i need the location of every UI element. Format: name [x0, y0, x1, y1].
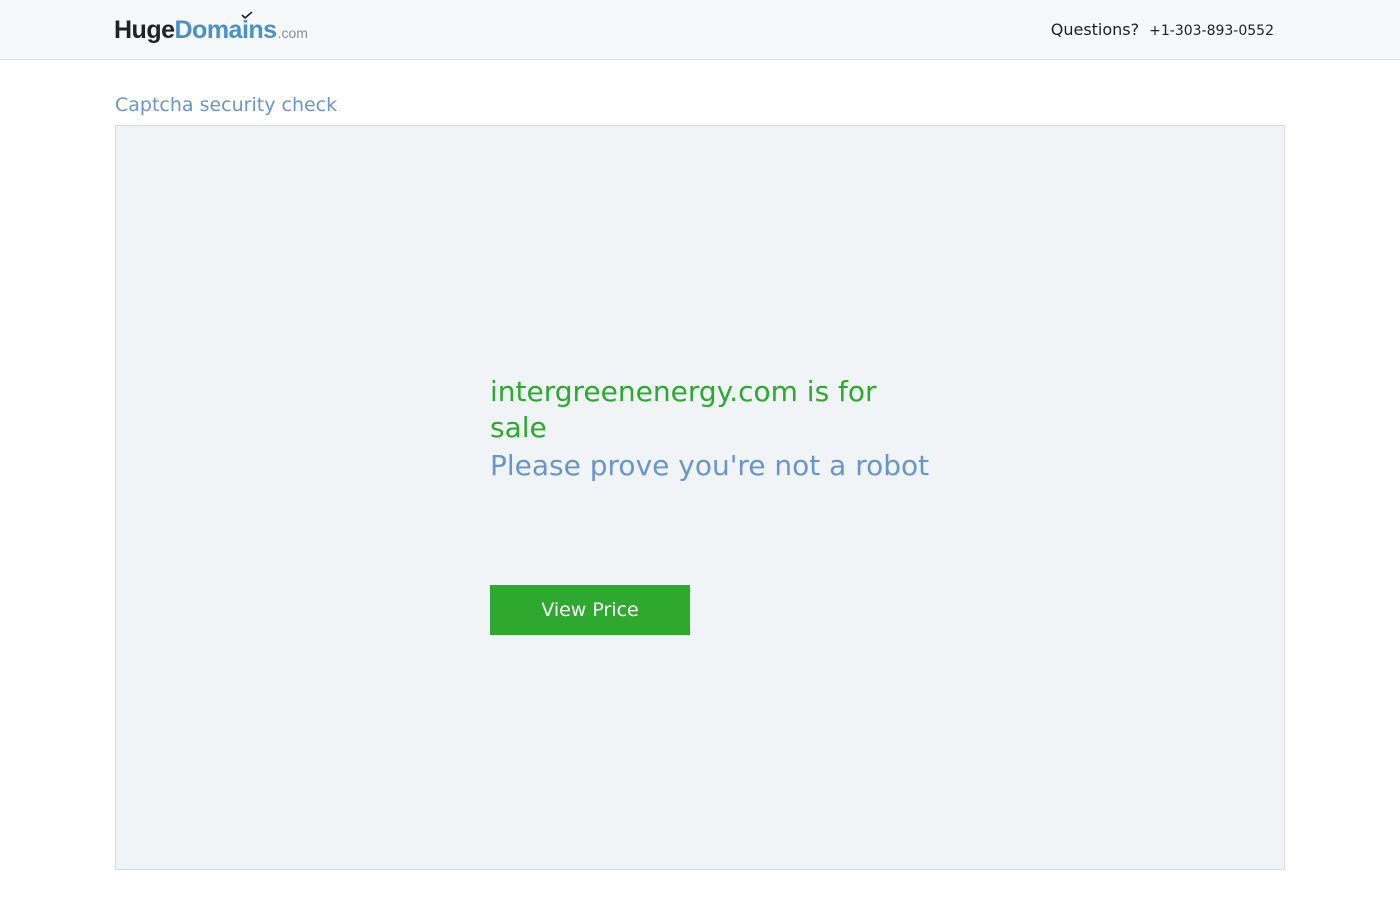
captcha-message: intergreenenergy.com is for sale Please …	[490, 374, 930, 486]
domain-for-sale-headline: intergreenenergy.com is for sale	[490, 375, 877, 444]
logo-text-tld: .com	[277, 25, 308, 41]
phone-number-link[interactable]: +1-303-893-0552	[1149, 23, 1274, 39]
logo-text-huge: Huge	[114, 16, 175, 44]
logo-text-domains-label: Domains	[174, 16, 278, 44]
questions-label: Questions?	[1050, 20, 1140, 39]
robot-check-subheadline: Please prove you're not a robot	[490, 449, 930, 482]
view-price-button[interactable]: View Price	[490, 585, 690, 635]
site-header: Huge Domains .com Questions? +1-303-893-…	[0, 0, 1400, 60]
logo-checkmark-icon	[240, 11, 253, 19]
captcha-panel: intergreenenergy.com is for sale Please …	[115, 125, 1285, 870]
contact-info: Questions? +1-303-893-0552	[1051, 20, 1274, 39]
hugedomains-logo[interactable]: Huge Domains .com	[114, 11, 308, 46]
logo-text-domains: Domains	[174, 11, 278, 45]
page-title: Captcha security check	[115, 94, 338, 116]
